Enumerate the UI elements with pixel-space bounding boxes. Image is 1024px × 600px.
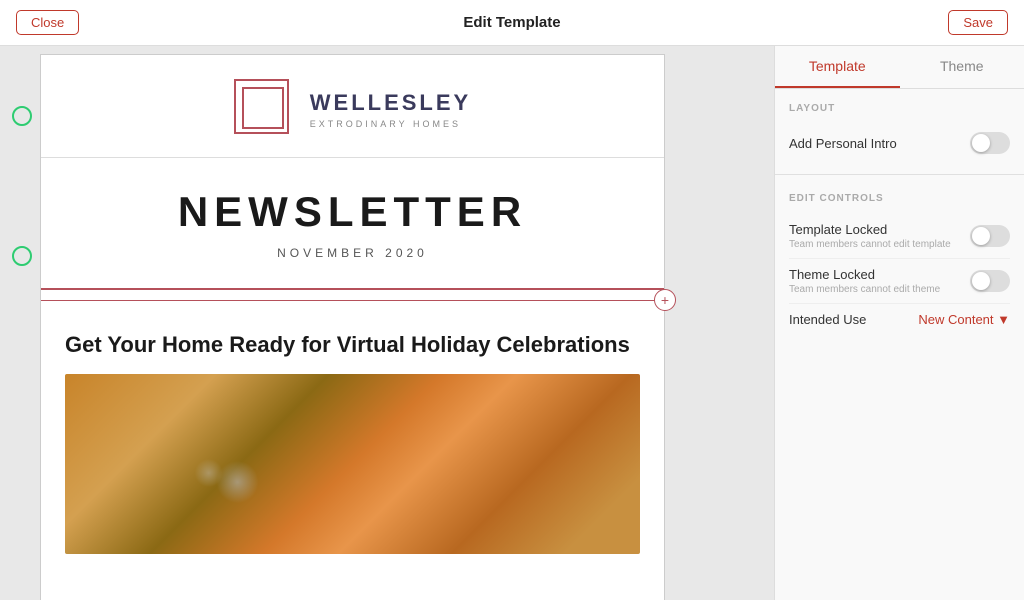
intended-use-label: Intended Use [789,312,866,327]
template-locked-toggle[interactable] [970,225,1010,247]
theme-locked-sublabel: Team members cannot edit theme [789,284,940,295]
article-image [65,374,640,554]
theme-locked-label: Theme Locked [789,267,940,282]
article-headline: Get Your Home Ready for Virtual Holiday … [65,330,640,360]
logo-square [234,79,294,139]
circle-indicator-top [12,106,32,126]
logo-name: WELLESLEY [310,90,471,116]
newsletter-title-section: NEWSLETTER NOVEMBER 2020 [41,158,664,290]
logo-tagline: EXTRODINARY HOMES [310,119,471,129]
main-layout: WELLESLEY EXTRODINARY HOMES NEWSLETTER N… [0,46,1024,600]
add-personal-intro-label: Add Personal Intro [789,136,897,151]
right-panel: Template Theme Layout Add Personal Intro… [774,46,1024,600]
save-button[interactable]: Save [948,10,1008,35]
template-locked-sublabel: Team members cannot edit template [789,239,951,250]
theme-locked-info: Theme Locked Team members cannot edit th… [789,267,940,295]
template-locked-info: Template Locked Team members cannot edit… [789,222,951,250]
article-section: Get Your Home Ready for Virtual Holiday … [41,310,664,574]
newsletter-title: NEWSLETTER [61,188,644,236]
newsletter-page: WELLESLEY EXTRODINARY HOMES NEWSLETTER N… [40,54,665,600]
layout-section-label: Layout [789,103,1010,114]
tab-template[interactable]: Template [775,46,900,88]
add-personal-intro-toggle[interactable] [970,132,1010,154]
newsletter-date: NOVEMBER 2020 [61,246,644,260]
template-locked-label: Template Locked [789,222,951,237]
theme-locked-toggle[interactable] [970,270,1010,292]
canvas-area[interactable]: WELLESLEY EXTRODINARY HOMES NEWSLETTER N… [0,46,774,600]
add-personal-intro-row: Add Personal Intro [789,124,1010,162]
theme-locked-row: Theme Locked Team members cannot edit th… [789,259,1010,304]
template-locked-row: Template Locked Team members cannot edit… [789,214,1010,259]
article-image-overlay [65,374,640,554]
logo-square-inner [242,87,284,129]
close-button[interactable]: Close [16,10,79,35]
tab-bar: Template Theme [775,46,1024,89]
logo-section: WELLESLEY EXTRODINARY HOMES [41,55,664,158]
intended-use-row: Intended Use New Content ▼ [789,304,1010,335]
page-title: Edit Template [463,14,560,31]
intended-use-dropdown[interactable]: New Content ▼ [918,312,1010,327]
add-section-button[interactable]: + [654,289,676,311]
edit-controls-section: Edit Controls Template Locked Team membe… [775,179,1024,343]
header: Close Edit Template Save [0,0,1024,46]
canvas-wrapper: WELLESLEY EXTRODINARY HOMES NEWSLETTER N… [0,46,774,600]
logo-text: WELLESLEY EXTRODINARY HOMES [310,90,471,129]
tab-theme[interactable]: Theme [900,46,1024,88]
circle-indicators [0,46,40,266]
circle-indicator-bottom [12,246,32,266]
panel-divider-1 [775,174,1024,175]
edit-controls-label: Edit Controls [789,193,1010,204]
divider-line [41,300,664,301]
layout-section: Layout Add Personal Intro [775,89,1024,170]
divider-row: + [41,290,664,310]
